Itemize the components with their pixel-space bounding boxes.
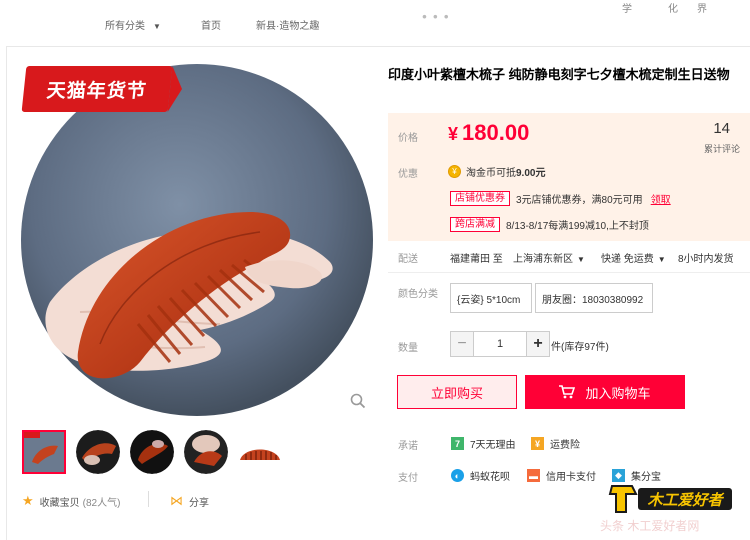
- caret-down-icon: ▼: [657, 255, 666, 264]
- share-label: 分享: [189, 497, 209, 509]
- promise-7days[interactable]: 7 7天无理由: [451, 436, 516, 451]
- huabei-icon: ◐: [451, 469, 464, 482]
- watermark-logo: 木工爱好者: [608, 485, 732, 513]
- cart-icon: [559, 385, 576, 399]
- coupon-claim-link[interactable]: 领取: [651, 191, 671, 206]
- nav-brand-story[interactable]: 新县·造物之趣: [256, 17, 319, 32]
- promo-badge: 天猫年货节: [21, 66, 173, 112]
- delivery-destination[interactable]: 上海浦东新区 ▼: [513, 250, 585, 265]
- nav-home[interactable]: 首页: [201, 17, 221, 32]
- decrement-button[interactable]: −: [450, 331, 474, 357]
- reviews-count[interactable]: 14: [713, 120, 730, 137]
- delivery-from: 福建莆田 至: [450, 254, 503, 265]
- collect-button[interactable]: ★ 收藏宝贝 (82人气): [22, 493, 120, 509]
- watermark-text: 头条 木工爱好者网: [600, 519, 700, 533]
- top-navigation: 所有分类 ▼ 首页 新县·造物之趣 ... 学 化 界: [0, 0, 750, 46]
- sku-option-1[interactable]: {云姿} 5*10cm: [450, 283, 532, 313]
- thumbnail-5[interactable]: [238, 430, 282, 474]
- ship-time: 8小时内发货: [678, 254, 734, 265]
- credit-card-icon: ▬: [527, 469, 540, 482]
- zoom-icon[interactable]: [350, 393, 366, 409]
- cross-store-text: 8/13-8/17每满199减10,上不封顶: [506, 221, 649, 232]
- reviews-label[interactable]: 累计评论: [704, 142, 740, 155]
- thumbnail-4[interactable]: [184, 430, 228, 474]
- brand-fragment: ...: [420, 0, 453, 25]
- stock-text: 件(库存97件): [551, 342, 609, 353]
- cross-store-line: 跨店满减 8/13-8/17每满199减10,上不封顶: [450, 217, 649, 232]
- collect-label: 收藏宝贝: [39, 497, 80, 509]
- jifenbao-icon: ◆: [612, 469, 625, 482]
- pay-jifenbao[interactable]: ◆ 集分宝: [612, 468, 661, 483]
- svg-text:木工爱好者: 木工爱好者: [647, 491, 724, 509]
- shield-icon: ¥: [531, 437, 544, 450]
- star-icon: ★: [22, 493, 34, 508]
- add-to-cart-button[interactable]: 加入购物车: [525, 375, 685, 409]
- tjb-line: ¥ 淘金币可抵 9.00元: [448, 164, 545, 179]
- shipping-method[interactable]: 快递 免运费 ▼: [601, 250, 666, 265]
- sku-label: 颜色分类: [398, 289, 438, 300]
- quantity-label: 数量: [398, 343, 418, 354]
- quantity-stepper: − 1 +: [450, 331, 550, 357]
- coupon-line: 店铺优惠券 3元店铺优惠券，满80元可用 领取: [450, 191, 671, 206]
- share-icon: ⋈: [170, 493, 183, 508]
- thumbnail-1[interactable]: [22, 430, 66, 474]
- divider: [148, 491, 149, 507]
- promotions-label: 优惠: [398, 169, 418, 180]
- brand-char: 学: [622, 4, 632, 15]
- promise-freight[interactable]: ¥ 运费险: [531, 436, 580, 451]
- thumbnail-3[interactable]: [130, 430, 174, 474]
- seven-days-icon: 7: [451, 437, 464, 450]
- increment-button[interactable]: +: [526, 331, 550, 357]
- coupon-tag: 店铺优惠券: [450, 191, 510, 206]
- add-to-cart-label: 加入购物车: [585, 385, 651, 401]
- promise-label: 承诺: [398, 441, 418, 452]
- price-label: 价格: [398, 133, 418, 144]
- quantity-input[interactable]: 1: [474, 331, 526, 357]
- coin-icon: ¥: [448, 165, 461, 178]
- payment-label: 支付: [398, 473, 418, 484]
- main-product-image[interactable]: [20, 62, 375, 422]
- pay-credit-card[interactable]: ▬ 信用卡支付: [527, 468, 596, 483]
- caret-down-icon: ▼: [153, 22, 161, 31]
- pay-huabei[interactable]: ◐ 蚂蚁花呗: [451, 468, 510, 483]
- price-panel: 价格 ¥180.00 14 累计评论 优惠 ¥ 淘金币可抵 9.00元 店铺优惠券…: [388, 113, 750, 241]
- product-title: 印度小叶紫檀木梳子 纯防静电刻字七夕檀木梳定制生日送物: [388, 67, 730, 82]
- brand-char: 化: [668, 4, 678, 15]
- brand-char: 界: [697, 4, 707, 15]
- cross-store-tag: 跨店满减: [450, 217, 500, 232]
- divider: [388, 272, 750, 273]
- thumbnail-2[interactable]: [76, 430, 120, 474]
- nav-all-categories[interactable]: 所有分类 ▼: [105, 17, 161, 32]
- coupon-text: 3元店铺优惠券，满80元可用: [516, 195, 643, 206]
- share-button[interactable]: ⋈ 分享: [170, 493, 209, 509]
- buy-now-button[interactable]: 立即购买: [397, 375, 517, 409]
- delivery-label: 配送: [398, 254, 418, 265]
- popularity-count: (82人气): [82, 497, 121, 509]
- price-value: ¥180.00: [448, 120, 530, 145]
- sku-option-2[interactable]: 朋友圈：18030380992: [535, 283, 653, 313]
- caret-down-icon: ▼: [577, 255, 585, 264]
